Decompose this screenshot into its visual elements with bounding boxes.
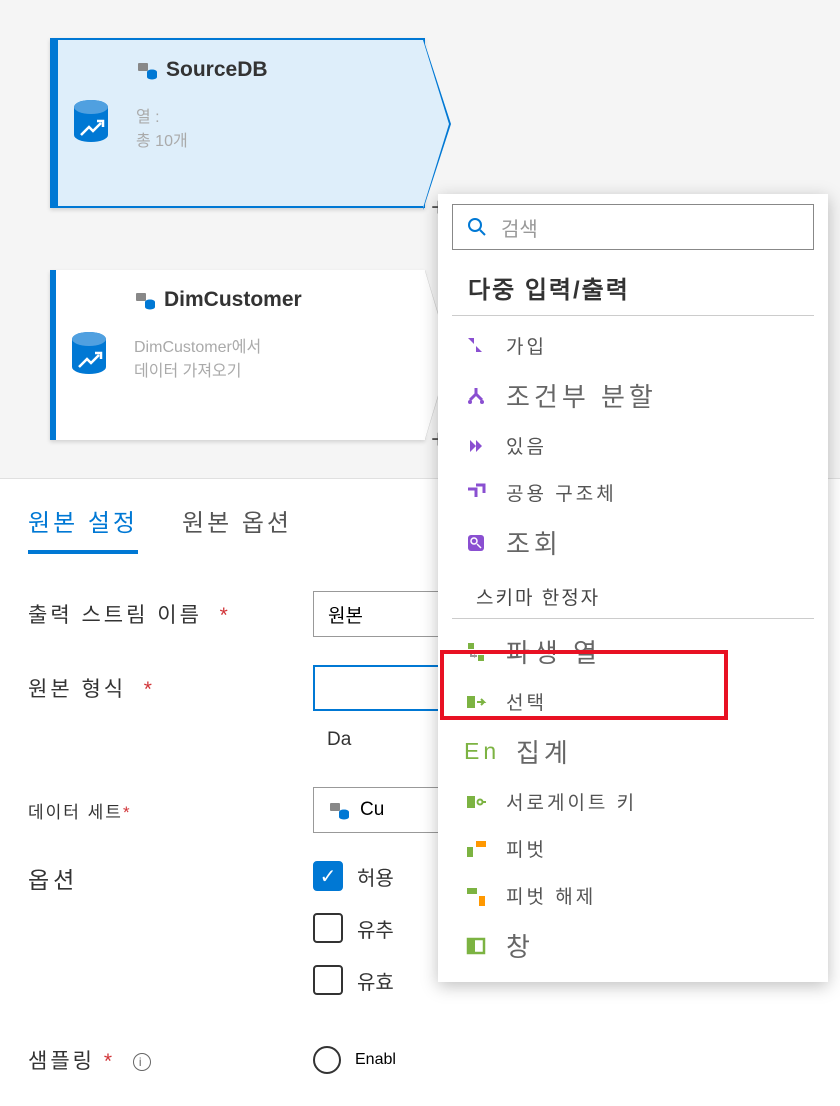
menu-item-surrogate-key[interactable]: 서로게이트 키 (438, 778, 828, 825)
database-icon (71, 99, 111, 147)
tab-source-options[interactable]: 원본 옵션 (182, 503, 292, 554)
check-label: 허용 (357, 862, 394, 891)
label-text: 샘플링 (28, 1050, 95, 1073)
aggregate-icon: En (464, 738, 498, 765)
dim-customer-node[interactable]: DimCustomer DimCustomer에서 데이터 가져오기 (50, 270, 425, 440)
checkbox-checked-icon: ✓ (313, 861, 343, 891)
checkbox-icon (313, 913, 343, 943)
node-content: SourceDB 열 : 총 10개 (130, 40, 423, 206)
menu-label: 집계 (516, 733, 572, 770)
sub-line: DimCustomer에서 (134, 336, 409, 360)
derived-column-icon (464, 640, 488, 664)
node-icon-column (52, 40, 130, 206)
menu-label: 조건부 분할 (506, 377, 657, 414)
transformation-menu: 검색 다중 입력/출력 가입 조건부 분할 있음 공용 구조체 조회 스키마 한… (438, 194, 828, 982)
menu-label: 피벗 해제 (506, 882, 596, 909)
node-content: DimCustomer DimCustomer에서 데이터 가져오기 (128, 270, 425, 440)
dataset-icon (134, 289, 156, 311)
dataset-icon (328, 799, 350, 821)
menu-item-union[interactable]: 공용 구조체 (438, 469, 828, 516)
menu-label: 서로게이트 키 (506, 788, 637, 815)
info-icon[interactable]: i (133, 1053, 151, 1071)
label-text: 출력 스트림 이름 (28, 604, 202, 627)
node-title: DimCustomer (134, 288, 409, 312)
sampling-radio-row[interactable]: Enabl (313, 1046, 812, 1074)
database-icon (69, 331, 109, 379)
unpivot-icon (464, 884, 488, 908)
search-placeholder: 검색 (501, 213, 538, 242)
menu-label: 가입 (506, 332, 547, 359)
exists-icon (464, 434, 488, 458)
menu-item-select[interactable]: 선택 (438, 678, 828, 725)
source-node[interactable]: SourceDB 열 : 총 10개 (50, 38, 425, 208)
dataset-value: Cu (360, 799, 384, 821)
node-title-text: DimCustomer (164, 288, 302, 312)
menu-item-window[interactable]: 창 (438, 919, 828, 972)
accent-bar (50, 270, 56, 440)
required-asterisk: * (144, 678, 155, 701)
radio-icon (313, 1046, 341, 1074)
source-type-label: 원본 형식 * (28, 673, 313, 703)
search-icon (467, 217, 487, 237)
check-label: 유효 (357, 966, 394, 995)
label-text: 데이터 세트 (28, 803, 123, 822)
node-title: SourceDB (136, 58, 407, 82)
menu-item-unpivot[interactable]: 피벗 해제 (438, 872, 828, 919)
menu-item-pivot[interactable]: 피벗 (438, 825, 828, 872)
radio-label: Enabl (355, 1051, 396, 1069)
menu-item-lookup[interactable]: 조회 (438, 516, 828, 569)
union-icon (464, 481, 488, 505)
required-asterisk: * (104, 1050, 115, 1073)
node-subtitle: DimCustomer에서 데이터 가져오기 (134, 336, 409, 384)
menu-label: 공용 구조체 (506, 479, 617, 506)
menu-label: 파생 열 (506, 633, 601, 670)
search-input[interactable]: 검색 (452, 204, 814, 250)
select-icon (464, 690, 488, 714)
sampling-label: 샘플링 * i (28, 1045, 313, 1075)
sub-line: 총 10개 (136, 130, 407, 154)
menu-label: 피벗 (506, 835, 547, 862)
menu-section-header: 다중 입력/출력 (452, 260, 814, 316)
label-text: 원본 형식 (28, 678, 126, 701)
dataset-icon (136, 59, 158, 81)
options-label: 옵션 (28, 861, 313, 895)
menu-label: 있음 (506, 432, 547, 459)
menu-item-exists[interactable]: 있음 (438, 422, 828, 469)
menu-item-aggregate[interactable]: En 집계 (438, 725, 828, 778)
menu-label: 창 (506, 927, 534, 964)
checkbox-icon (313, 965, 343, 995)
node-icon-column (50, 270, 128, 440)
tab-source-settings[interactable]: 원본 설정 (28, 503, 138, 554)
sub-line: 열 : (136, 106, 407, 130)
join-icon (464, 334, 488, 358)
node-title-text: SourceDB (166, 58, 268, 82)
sub-line: 데이터 가져오기 (134, 360, 409, 384)
menu-item-join[interactable]: 가입 (438, 322, 828, 369)
menu-section-header: 스키마 한정자 (452, 569, 814, 619)
lookup-icon (464, 531, 488, 555)
menu-item-derived-column[interactable]: 파생 열 (438, 625, 828, 678)
split-icon (464, 384, 488, 408)
required-asterisk: * (123, 803, 132, 822)
node-arrow (423, 38, 451, 210)
required-asterisk: * (220, 604, 231, 627)
check-label: 유추 (357, 914, 394, 943)
window-icon (464, 934, 488, 958)
selection-bar (52, 40, 58, 206)
output-stream-label: 출력 스트림 이름 * (28, 599, 313, 629)
menu-item-conditional-split[interactable]: 조건부 분할 (438, 369, 828, 422)
key-icon (464, 790, 488, 814)
node-subtitle: 열 : 총 10개 (136, 106, 407, 154)
dataset-label: 데이터 세트* (28, 798, 313, 823)
pivot-icon (464, 837, 488, 861)
sampling-row: 샘플링 * i Enabl (28, 1045, 812, 1075)
menu-label: 선택 (506, 688, 547, 715)
menu-label: 조회 (506, 524, 562, 561)
